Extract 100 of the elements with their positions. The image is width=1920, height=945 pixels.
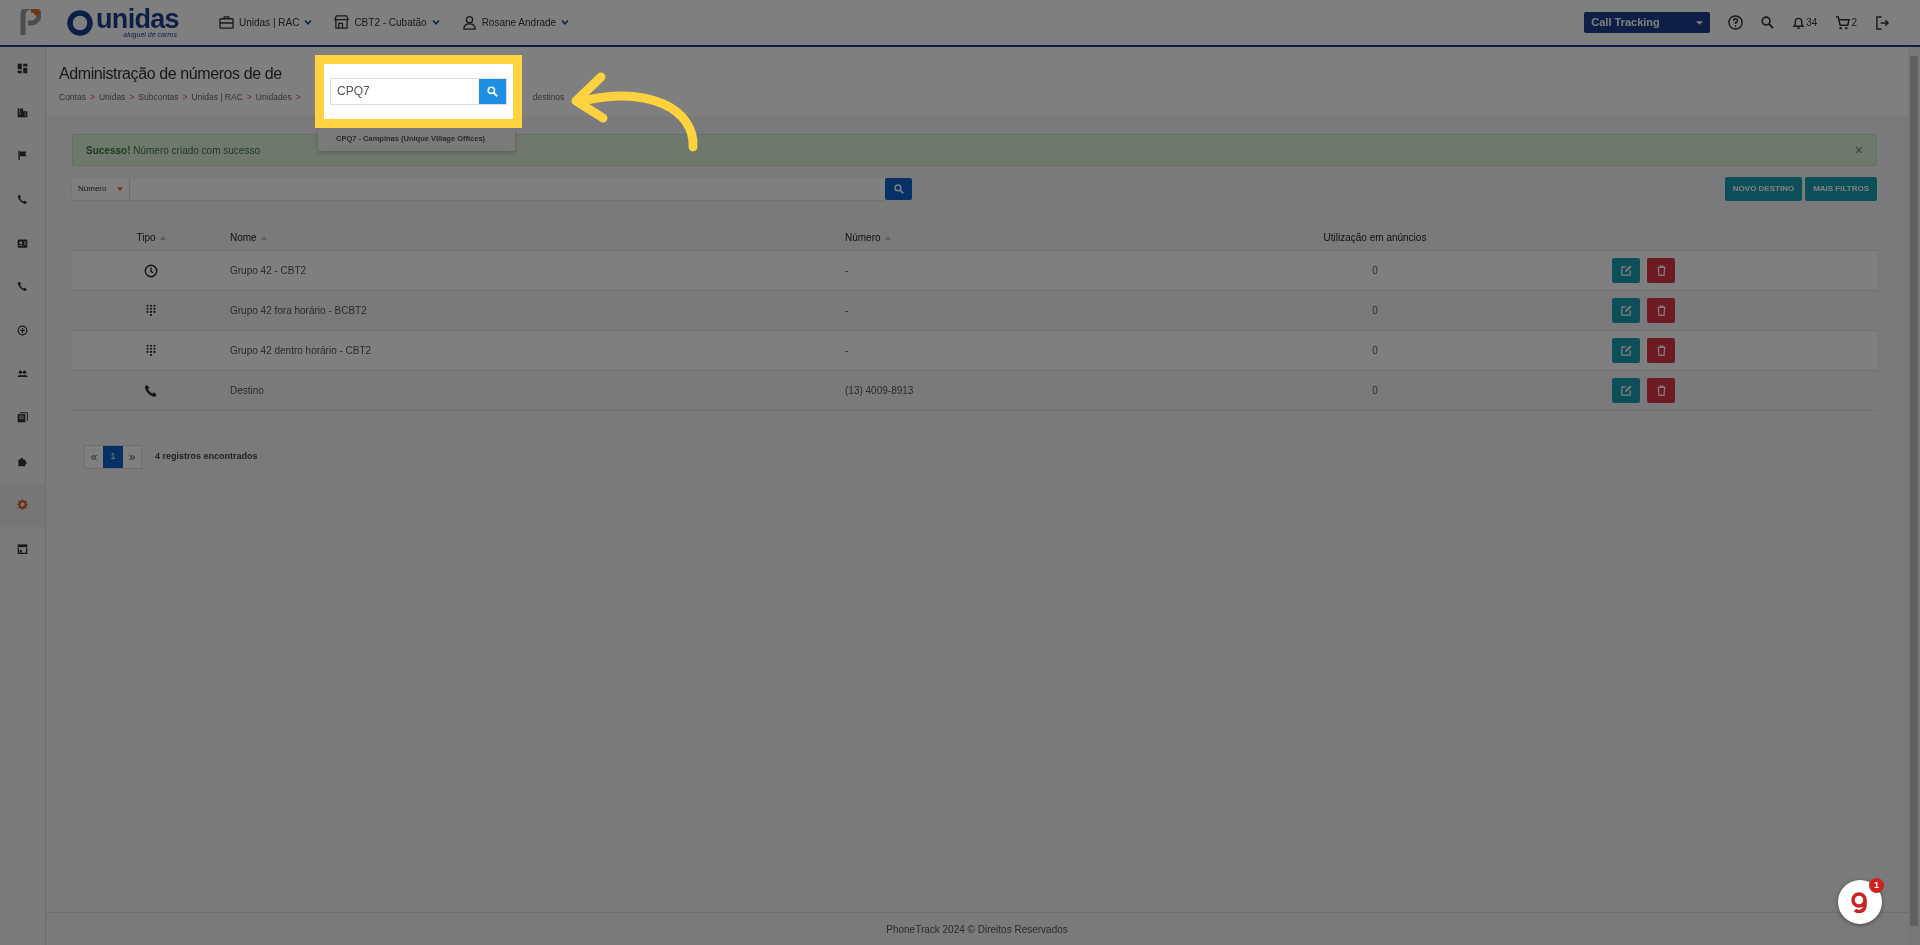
building-icon [17,106,28,118]
footer-text: PhoneTrack 2024 © Direitos Reservados [886,922,1068,937]
column-header[interactable]: Número [845,230,891,245]
close-button[interactable]: × [1854,139,1863,161]
records-count: 4 registros encontrados [155,450,258,464]
table-cell: Destino [230,385,264,396]
delete-button[interactable] [1647,338,1675,363]
breadcrumb-separator: > [295,91,301,104]
breadcrumb-link[interactable]: destinos [532,91,565,104]
trash-icon [1656,345,1666,356]
column-header[interactable]: Nome [230,230,267,245]
unit-search-field[interactable]: CPQ7 [330,78,507,105]
edit-icon [1620,385,1632,396]
keypad-icon [144,303,158,318]
previous-page-button[interactable]: « [85,446,103,468]
table-cell-text: 0 [1372,344,1378,358]
table-cell: Grupo 42 dentro horário - CBT2 [230,345,372,356]
breadcrumb-separator: > [246,91,252,104]
edit-icon [1620,265,1632,276]
users-icon [17,368,28,380]
edit-icon [1620,345,1632,356]
plus-circle-icon [17,324,28,336]
column-header[interactable]: Utilização em anúncios [1323,230,1427,245]
table-cell: - [845,345,849,356]
table-cell: (13) 4009-8913 [845,385,914,396]
alert-message: Sucesso! Número criado com sucesso [86,143,260,158]
edit-button[interactable] [1612,378,1640,403]
briefcase-icon [218,15,234,30]
breadcrumb-link[interactable]: Subcontas [138,91,179,104]
search-button[interactable] [885,178,912,200]
breadcrumb-link[interactable]: Unidas [98,91,126,104]
table-cell-text: 0 [1372,304,1378,318]
logo-icon [19,8,41,37]
logo-icon [67,9,93,36]
edit-button[interactable] [1612,338,1640,363]
next-page-button[interactable]: » [123,446,141,468]
table-cell-text: 0 [1372,264,1378,278]
edit-button[interactable] [1612,298,1640,323]
sort-icon [260,235,267,240]
keypad-icon [144,343,158,358]
breadcrumb-separator: > [89,91,95,104]
store-icon [17,542,28,554]
column-header[interactable]: Tipo [136,230,166,245]
unit-menu[interactable]: CBT2 - Cubatão [334,15,440,30]
product-select[interactable]: Call Tracking [1584,12,1711,33]
dashboard-icon [17,63,28,75]
brand-name: unidas [96,7,179,31]
help-icon[interactable] [1728,15,1744,30]
breadcrumb-link[interactable]: Unidades [255,91,292,104]
edit-icon [1620,305,1632,316]
table-cell: - [845,265,849,276]
table-cell: Grupo 42 - CBT2 [230,265,307,276]
user-menu[interactable]: Rosane Andrade [461,15,570,30]
delete-button[interactable] [1647,378,1675,403]
search-icon[interactable] [1761,16,1775,29]
breadcrumb-separator: > [129,91,135,104]
caret-icon [1696,20,1704,25]
caret-icon [561,20,570,25]
scrollbar[interactable] [1908,47,1920,945]
book-icon [17,412,28,424]
search-icon [893,184,904,194]
account-menu[interactable]: Unidas | RAC [218,15,313,30]
table-cell: Grupo 42 fora horário - BCBT2 [230,305,367,316]
search-value: CPQ7 [336,83,371,100]
store-icon [334,15,350,30]
bell-icon[interactable] [1792,15,1806,30]
breadcrumb-link[interactable]: Contas [59,91,86,104]
flag-icon [17,150,28,162]
edit-button[interactable] [1612,258,1640,283]
action-button[interactable]: MAIS FILTROS [1805,177,1877,201]
phone-icon [17,194,28,206]
logout-icon[interactable] [1875,15,1890,30]
search-icon [487,86,498,97]
breadcrumb-link[interactable]: Unidas | RAC [191,91,243,104]
sort-icon [159,235,166,240]
puzzle-icon [17,455,28,467]
contact-card-icon [17,237,28,249]
sort-icon [884,235,891,240]
cart-icon[interactable] [1835,15,1851,30]
sidebar-item[interactable] [0,482,45,527]
user-icon [461,15,477,30]
trash-icon [1656,305,1666,316]
trash-icon [1656,265,1666,276]
notification-count: 34 [1806,16,1818,30]
table-cell-text: 0 [1372,384,1378,398]
caret-icon [117,187,123,191]
page-title: Administração de números de de [59,64,282,84]
field-select[interactable]: Número [72,178,130,200]
phone-icon [17,281,28,293]
delete-button[interactable] [1647,258,1675,283]
caret-icon [431,20,440,25]
trash-icon [1656,385,1666,396]
phone-icon [144,383,158,398]
search-button[interactable] [479,79,506,104]
page-button[interactable]: 1 [103,446,123,468]
delete-button[interactable] [1647,298,1675,323]
action-button[interactable]: NOVO DESTINO [1724,177,1803,201]
gear-icon [17,499,28,511]
clock-icon [144,263,158,278]
breadcrumb-separator: > [182,91,188,104]
